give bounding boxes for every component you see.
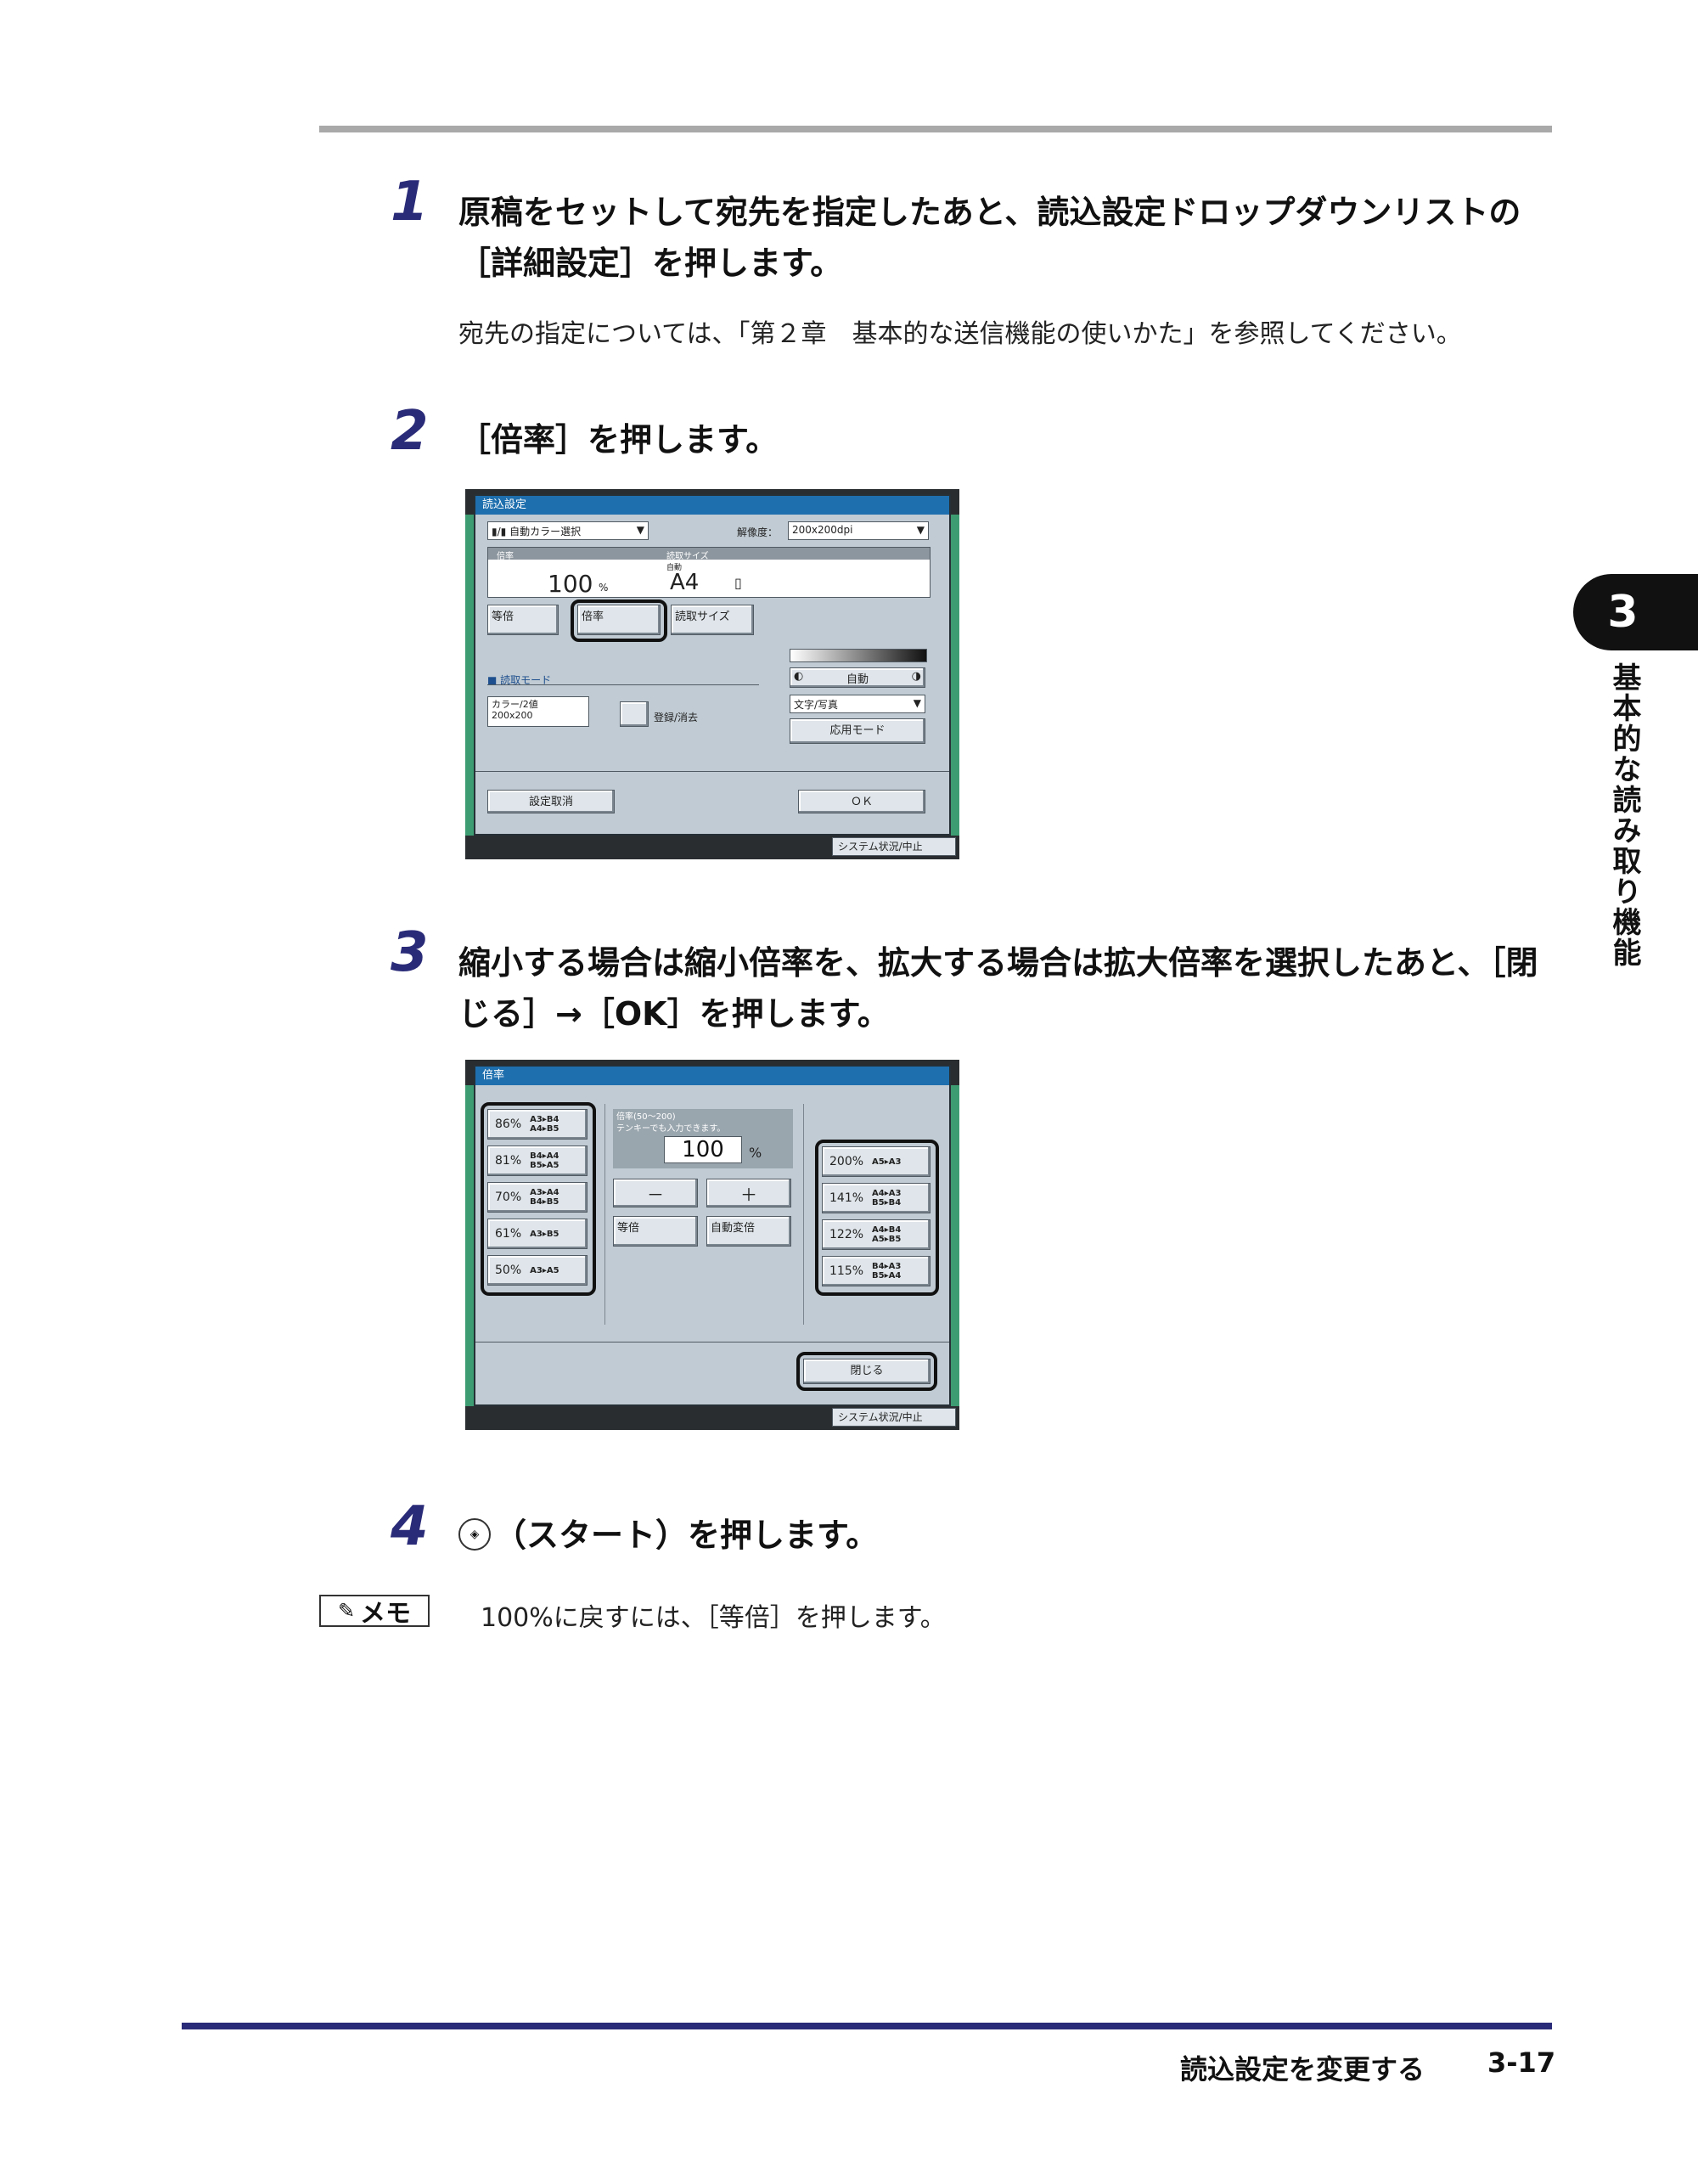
step-1-note: 宛先の指定については、「第２章 基本的な送信機能の使いかた」を参照してください。	[458, 319, 1462, 349]
step-2-number: 2	[391, 400, 429, 463]
memo-text: 100%に戻すには、［等倍］を押します。	[481, 1603, 946, 1633]
highlight-ratio	[571, 599, 667, 642]
portrait-icon: ▯	[734, 575, 742, 591]
lighter-icon: ◐	[794, 670, 804, 683]
step-2-text: ［倍率］を押します。	[458, 421, 779, 459]
scan-size-label: 読取サイズ	[666, 552, 709, 561]
window-title: 読込設定	[475, 496, 949, 515]
ratio-value: 100	[664, 1136, 742, 1163]
ratio-screen: 倍率 86% A3▸B4 A4▸B5 81% B4▸A4 B5▸A5 70% A3▸…	[465, 1060, 959, 1430]
ratio-window: 倍率 86% A3▸B4 A4▸B5 81% B4▸A4 B5▸A5 70% A3▸…	[474, 1065, 951, 1406]
divider	[803, 1104, 804, 1325]
highlight-reduce	[481, 1102, 596, 1296]
frame-accent-right	[951, 1085, 959, 1406]
memo-badge: ✎ メモ	[319, 1595, 430, 1629]
cancel-settings-button[interactable]: 設定取消	[487, 790, 615, 813]
scan-settings-window: 読込設定 ▮/▮ 自動カラー選択 ▼ 解像度： 200x200dpi ▼ 倍率 読取…	[474, 494, 951, 836]
scan-size-button[interactable]: 読取サイズ	[671, 605, 754, 635]
same-size-button[interactable]: 等倍	[613, 1216, 698, 1247]
text-photo-select[interactable]: 文字/写真 ▼	[790, 695, 925, 713]
keypad-hint: テンキーでも入力できます。	[616, 1124, 726, 1134]
ratio-label: 倍率	[497, 552, 514, 561]
step-4-number: 4	[391, 1495, 429, 1558]
ok-button[interactable]: ＯＫ	[798, 790, 925, 813]
chapter-title: 基本的な読み取り機能	[1607, 662, 1641, 968]
top-rule	[319, 126, 1552, 132]
density-slider[interactable]	[790, 649, 927, 662]
frame-accent-right	[951, 515, 959, 836]
scan-mode-select[interactable]: カラー/2値 200x200	[487, 696, 589, 727]
scan-size-value: A4	[670, 570, 700, 595]
register-label: 登録/消去	[654, 712, 699, 723]
register-arrow-button[interactable]	[620, 701, 649, 727]
darker-icon: ◑	[911, 670, 921, 683]
start-icon: ◈	[458, 1518, 491, 1551]
resolution-label: 解像度：	[737, 526, 779, 538]
minus-button[interactable]: －	[613, 1179, 698, 1207]
highlight-close	[796, 1352, 937, 1391]
chevron-down-icon: ▼	[636, 524, 644, 536]
panel-header	[488, 548, 930, 560]
footer-section: 読込設定を変更する	[1180, 2053, 1425, 2085]
color-mode-icon: ▮/▮	[492, 526, 510, 538]
window-title: 倍率	[475, 1067, 949, 1085]
bottom-rule	[182, 2023, 1552, 2029]
ratio-unit: %	[599, 582, 609, 594]
step-4-text: （スタート）を押します。	[494, 1517, 879, 1554]
divider	[487, 684, 759, 685]
ratio-display-panel: 倍率 読取サイズ 自動 100 % A4 ▯	[487, 547, 931, 598]
step-3-text: 縮小する場合は縮小倍率を、拡大する場合は拡大倍率を選択したあと、［閉じる］→［O…	[458, 944, 1538, 1033]
color-select[interactable]: ▮/▮ 自動カラー選択 ▼	[487, 521, 649, 540]
chevron-down-icon: ▼	[916, 524, 925, 536]
same-size-button[interactable]: 等倍	[487, 605, 559, 635]
ratio-value: 100	[548, 570, 593, 598]
system-status-button[interactable]: システム状況/中止	[832, 837, 956, 856]
auto-ratio-button[interactable]: 自動変倍	[706, 1216, 791, 1247]
ratio-range-label: 倍率(50～200)	[616, 1112, 676, 1122]
system-status-button[interactable]: システム状況/中止	[832, 1408, 956, 1427]
step-1-number: 1	[391, 171, 429, 234]
chapter-tab: 3	[1573, 574, 1698, 650]
ratio-unit: %	[749, 1145, 762, 1161]
divider	[604, 1104, 605, 1325]
step-3-number: 3	[391, 921, 429, 984]
plus-button[interactable]: ＋	[706, 1179, 791, 1207]
density-auto-button[interactable]: ◐ 自動 ◑	[790, 667, 925, 688]
step-1-text: 原稿をセットして宛先を指定したあと、読込設定ドロップダウンリストの［詳細設定］を…	[458, 194, 1521, 282]
frame-accent-left	[465, 1085, 474, 1406]
scan-settings-screen: 読込設定 ▮/▮ 自動カラー選択 ▼ 解像度： 200x200dpi ▼ 倍率 読取…	[465, 489, 959, 859]
page-number: 3-17	[1487, 2046, 1556, 2079]
chevron-down-icon: ▼	[913, 697, 921, 709]
frame-accent-left	[465, 515, 474, 836]
ratio-input-panel: 倍率(50～200) テンキーでも入力できます。 100 %	[613, 1109, 793, 1168]
resolution-select[interactable]: 200x200dpi ▼	[788, 521, 929, 540]
divider	[475, 771, 949, 772]
pencil-icon: ✎	[337, 1599, 356, 1623]
highlight-enlarge	[815, 1140, 939, 1296]
advanced-mode-button[interactable]: 応用モード	[790, 718, 925, 744]
